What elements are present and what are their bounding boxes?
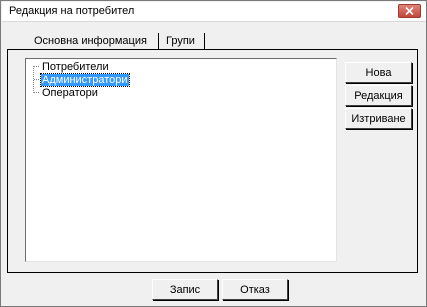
save-button[interactable]: Запис	[152, 279, 218, 300]
title-bar[interactable]: Редакция на потребител	[2, 2, 426, 22]
tree-item-administrators[interactable]: Администратори	[34, 73, 130, 87]
edit-button[interactable]: Редакция	[345, 85, 412, 106]
tab-divider	[158, 33, 159, 50]
tab-divider	[204, 33, 205, 50]
cancel-button[interactable]: Отказ	[222, 279, 288, 300]
close-button[interactable]	[398, 4, 421, 18]
window-title: Редакция на потребител	[9, 5, 135, 17]
close-icon	[405, 7, 414, 15]
tree-item-users[interactable]: Потребители	[34, 61, 110, 74]
new-button[interactable]: Нова	[345, 62, 412, 83]
delete-button[interactable]: Изтриване	[345, 108, 412, 129]
tree-item-operators[interactable]: Оператори	[34, 87, 99, 100]
